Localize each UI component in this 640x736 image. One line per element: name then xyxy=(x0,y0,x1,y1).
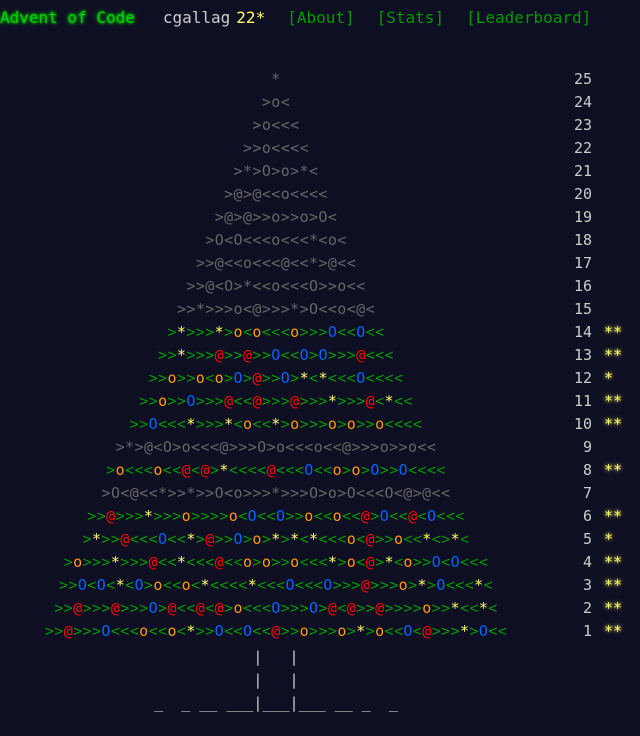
calendar-day-6[interactable]: >>@>>>*>>>o>>>>o<O<<O>>o<<o<<@>O<<@<O<<<… xyxy=(0,505,640,528)
day-stars: ** xyxy=(604,415,623,433)
calendar-day-4[interactable]: >o>>>*>>>@<<*<<<@<<o>o>>o<<<*>o<@>*<o>>O… xyxy=(0,551,640,574)
day-number: 4 xyxy=(582,553,592,571)
calendar-day-20: >@>@<<o<<<< 20 xyxy=(0,183,640,206)
day-number: 21 xyxy=(573,162,592,180)
calendar-day-5[interactable]: >*>>@<<<O<<*>@>>O>o>*>*<*<<<o<@>>o<<*<>*… xyxy=(0,528,640,551)
calendar-day-1[interactable]: >>@>>>O<<<o<<o<*>>O<<O<<@>>o>>>o>*>o<<O<… xyxy=(0,620,640,643)
calendar-art: >>@>>>*>>>o>>>>o<O<<O>>o<<o<<@>O<<@<O<<< xyxy=(87,507,465,525)
calendar-art: >@>@>>o>>o>O< xyxy=(214,208,338,226)
calendar-art: >o< xyxy=(261,93,291,111)
calendar-art: >o>>>*>>>@<<*<<<@<<o>o>>o<<<*>o<@>*<o>>O… xyxy=(63,553,489,571)
nav-leaderboard-link[interactable]: [Leaderboard] xyxy=(466,8,591,27)
day-number: 18 xyxy=(573,231,592,249)
calendar-art: >>*>>>@>>@>>O<<O>O>>>@<<< xyxy=(158,346,394,364)
day-number: 2 xyxy=(582,599,592,617)
calendar-day-16: >>@<O>*<<o<<<O>>o<< 16 xyxy=(0,275,640,298)
calendar-art: >o<<< xyxy=(252,116,300,134)
day-number: 6 xyxy=(582,507,592,525)
calendar-art: >O<O<<<o<<<*<o< xyxy=(205,231,347,249)
day-number: 24 xyxy=(573,93,592,111)
top-nav-bar: Advent of Code cgallag 22* [About] [Stats] [L… xyxy=(0,8,640,30)
calendar-art: >*>>>*>o<o<<<o>>>O<<O<< xyxy=(167,323,385,341)
day-stars: ** xyxy=(604,622,623,640)
day-stars: ** xyxy=(604,392,623,410)
calendar-art: >>@>>>O<<<o<<o<*>>O<<O<<@>>o>>>o>*>o<<O<… xyxy=(44,622,508,640)
day-number: 7 xyxy=(582,484,592,502)
calendar-day-14[interactable]: >*>>>*>o<o<<<o>>>O<<O<< 14 ** xyxy=(0,321,640,344)
calendar-art: >O<@<<*>>*>>O<o>>>*>>>O>o>O<<<O<@>@<< xyxy=(101,484,451,502)
day-stars: ** xyxy=(604,461,623,479)
day-stars: * xyxy=(604,369,614,387)
calendar-art: >*>>@<<<O<<*>@>>O>o>*>*<*<<<o<@>>o<<*<>*… xyxy=(82,530,470,548)
calendar-art: >o<<<o<<@<@>*<<<<@<<<O<<o>o>O>>O<<<< xyxy=(106,461,446,479)
calendar-day-13[interactable]: >>*>>>@>>@>>O<<O>O>>>@<<< 13 ** xyxy=(0,344,640,367)
trunk-line: | | xyxy=(253,671,299,689)
day-number: 3 xyxy=(582,576,592,594)
calendar-art: >>O<O<*<O>o<<o<*<<<<*<<<O<<<O>>>@>>>o>*>… xyxy=(58,576,494,594)
day-number: 23 xyxy=(573,116,592,134)
calendar-art: >>o<<<< xyxy=(242,139,309,157)
calendar-art: >>@<<o<<<@<<*>@<< xyxy=(195,254,357,272)
day-stars: * xyxy=(604,530,614,548)
day-number: 13 xyxy=(573,346,592,364)
day-number: 16 xyxy=(573,277,592,295)
calendar-day-7: >O<@<<*>>*>>O<o>>>*>>>O>o>O<<<O<@>@<< 7 xyxy=(0,482,640,505)
trunk-line: _ _ __ ___|___|___ __ _ _ xyxy=(154,694,398,712)
day-number: 20 xyxy=(573,185,592,203)
calendar-tree: * 25 >o< 24 >o<<< 23 >>o<<<< 22 >*>O>o>*< 21 >@>@<… xyxy=(0,68,640,643)
calendar-art: >>O<<<*>>>*<o<<*>o>>>o>o>>o<<<< xyxy=(129,415,423,433)
day-number: 5 xyxy=(582,530,592,548)
day-number: 19 xyxy=(573,208,592,226)
day-number: 17 xyxy=(573,254,592,272)
day-number: 1 xyxy=(582,622,592,640)
day-number: 14 xyxy=(573,323,592,341)
calendar-day-12[interactable]: >>o>>o<o>O>@>>O>*<*<<<O<<<< 12 * xyxy=(0,367,640,390)
calendar-day-15: >>*>>>o<@>>>*>O<<o<@< 15 xyxy=(0,298,640,321)
calendar-day-23: >o<<< 23 xyxy=(0,114,640,137)
day-number: 15 xyxy=(573,300,592,318)
calendar-art: >>o>>o<o>O>@>>O>*<*<<<O<<<< xyxy=(148,369,404,387)
calendar-art: >>@<O>*<<o<<<O>>o<< xyxy=(186,277,366,295)
site-logo[interactable]: Advent of Code xyxy=(0,8,135,27)
calendar-art: >*>@<O>o<<<@>>>O>o<<<o<<@>>>o>>o<< xyxy=(115,438,437,456)
calendar-art: * xyxy=(271,70,281,88)
user-name: cgallag xyxy=(162,8,231,27)
total-star-count: 22* xyxy=(236,8,266,27)
day-stars: ** xyxy=(604,553,623,571)
nav-about-link[interactable]: [About] xyxy=(287,8,354,27)
tree-trunk: | | | | _ _ __ ___|___|___ __ _ _ xyxy=(0,646,552,715)
calendar-art: >>@>>>@>>>O>@<<@<@>o<<<O>>>O>@<@>>@>>>>o… xyxy=(54,599,498,617)
calendar-day-22: >>o<<<< 22 xyxy=(0,137,640,160)
calendar-day-8[interactable]: >o<<<o<<@<@>*<<<<@<<<O<<o>o>O>>O<<<< 8 ** xyxy=(0,459,640,482)
day-stars: ** xyxy=(604,346,623,364)
calendar-day-11[interactable]: >>o>>O>>>@<<@>>>@>>>*>>>@<*<< 11 ** xyxy=(0,390,640,413)
calendar-day-17: >>@<<o<<<@<<*>@<< 17 xyxy=(0,252,640,275)
calendar-day-21: >*>O>o>*< 21 xyxy=(0,160,640,183)
day-number: 25 xyxy=(573,70,592,88)
day-number: 10 xyxy=(573,415,592,433)
calendar-day-19: >@>@>>o>>o>O< 19 xyxy=(0,206,640,229)
nav-stats-link[interactable]: [Stats] xyxy=(377,8,444,27)
day-stars: ** xyxy=(604,599,623,617)
day-number: 22 xyxy=(573,139,592,157)
calendar-day-3[interactable]: >>O<O<*<O>o<<o<*<<<<*<<<O<<<O>>>@>>>o>*>… xyxy=(0,574,640,597)
day-stars: ** xyxy=(604,576,623,594)
calendar-day-18: >O<O<<<o<<<*<o< 18 xyxy=(0,229,640,252)
calendar-art: >*>O>o>*< xyxy=(233,162,319,180)
trunk-line: | | xyxy=(253,648,299,666)
calendar-day-24: >o< 24 xyxy=(0,91,640,114)
day-number: 12 xyxy=(573,369,592,387)
calendar-art: >>*>>>o<@>>>*>O<<o<@< xyxy=(176,300,376,318)
calendar-day-10[interactable]: >>O<<<*>>>*<o<<*>o>>>o>o>>o<<<< 10 ** xyxy=(0,413,640,436)
calendar-day-9: >*>@<O>o<<<@>>>O>o<<<o<<@>>>o>>o<< 9 xyxy=(0,436,640,459)
day-number: 8 xyxy=(582,461,592,479)
calendar-day-25: * 25 xyxy=(0,68,640,91)
calendar-art: >>o>>O>>>@<<@>>>@>>>*>>>@<*<< xyxy=(139,392,413,410)
day-number: 11 xyxy=(573,392,592,410)
day-stars: ** xyxy=(604,323,623,341)
calendar-day-2[interactable]: >>@>>>@>>>O>@<<@<@>o<<<O>>>O>@<@>>@>>>>o… xyxy=(0,597,640,620)
calendar-art: >@>@<<o<<<< xyxy=(224,185,328,203)
day-stars: ** xyxy=(604,507,623,525)
day-number: 9 xyxy=(582,438,592,456)
